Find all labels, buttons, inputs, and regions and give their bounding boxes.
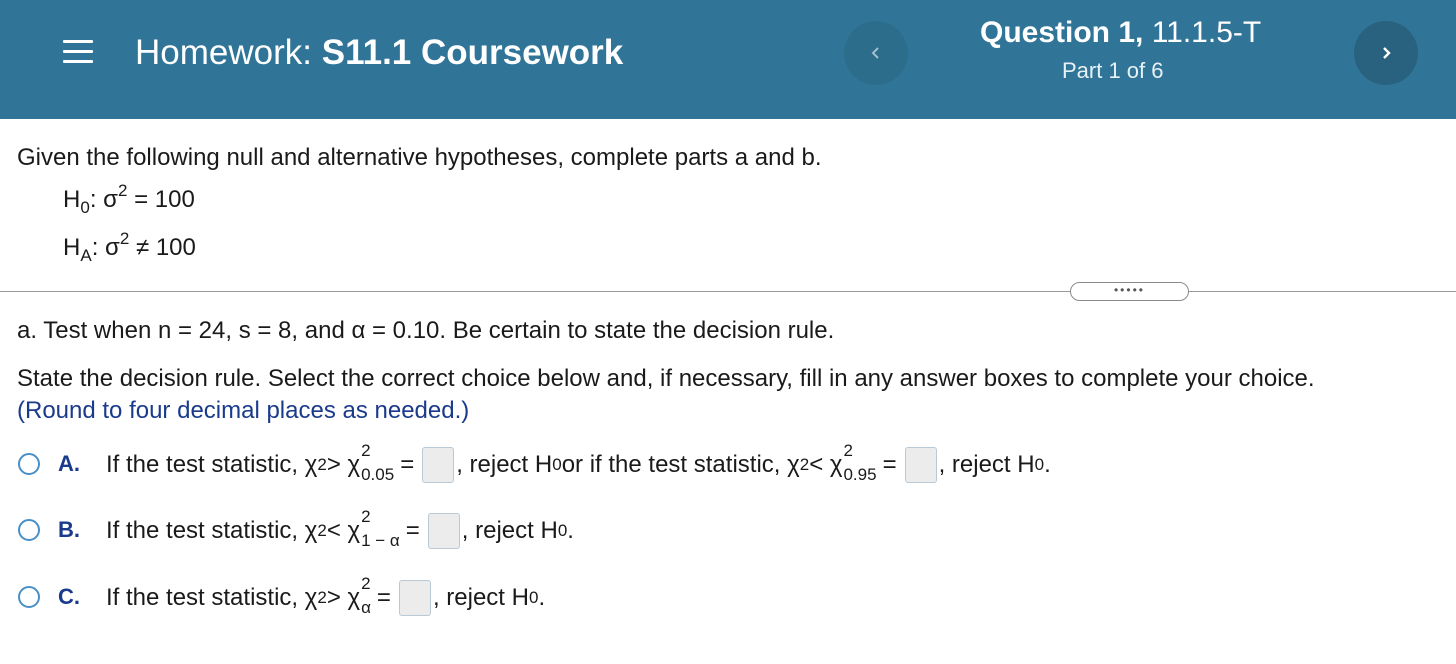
choice-b-letter[interactable]: B. — [58, 517, 80, 543]
choice-a-answer-box-1[interactable] — [422, 447, 455, 483]
choice-b-text: If the test statistic, χ2 < χ21 − α =, r… — [106, 507, 574, 550]
question-intro: Given the following null and alternative… — [17, 144, 822, 171]
choice-a-text: If the test statistic, χ2 > χ 2 0.05 =, re… — [106, 441, 1051, 484]
homework-title: Homework: S11.1 Coursework — [135, 33, 624, 72]
instruction-text: State the decision rule. Select the corr… — [17, 365, 1315, 392]
choice-a-letter[interactable]: A. — [58, 451, 80, 477]
question-title: Question 1, 11.1.5-T — [980, 16, 1262, 49]
choice-b-radio[interactable] — [18, 519, 40, 541]
expand-collapse-button[interactable]: ••••• — [1070, 282, 1189, 301]
section-divider — [0, 291, 1456, 292]
choice-c-radio[interactable] — [18, 586, 40, 608]
part-a-prompt: a. Test when n = 24, s = 8, and α = 0.10… — [17, 317, 835, 344]
homework-name: S11.1 Coursework — [321, 33, 624, 72]
choice-a[interactable]: A. If the test statistic, χ2 > χ 2 0.05 =,… — [0, 441, 1456, 491]
question-part-indicator: Part 1 of 6 — [1062, 58, 1164, 83]
alternative-hypothesis: HA: σ2 ≠ 100 — [63, 229, 196, 265]
choice-c-letter[interactable]: C. — [58, 584, 80, 610]
top-header-bar: Homework: S11.1 Coursework Question 1, 1… — [0, 0, 1456, 119]
choice-a-radio[interactable] — [18, 453, 40, 475]
rounding-note: (Round to four decimal places as needed.… — [17, 397, 470, 424]
choice-b[interactable]: B. If the test statistic, χ2 < χ21 − α =… — [0, 507, 1456, 559]
choice-a-answer-box-2[interactable] — [904, 447, 937, 483]
choice-c-answer-box[interactable] — [398, 580, 431, 616]
choice-c-text: If the test statistic, χ2 > χ2α =, rejec… — [106, 574, 546, 617]
hamburger-menu-icon[interactable] — [63, 38, 93, 66]
chevron-right-icon — [1383, 47, 1391, 59]
null-hypothesis: H0: σ2 = 100 — [63, 181, 195, 217]
choice-c[interactable]: C. If the test statistic, χ2 > χ2α =, re… — [0, 574, 1456, 627]
chevron-left-icon — [871, 47, 879, 59]
next-question-button[interactable] — [1354, 21, 1418, 85]
question-id: 11.1.5-T — [1151, 16, 1262, 49]
choice-b-answer-box[interactable] — [427, 513, 460, 549]
previous-question-button[interactable] — [844, 21, 908, 85]
